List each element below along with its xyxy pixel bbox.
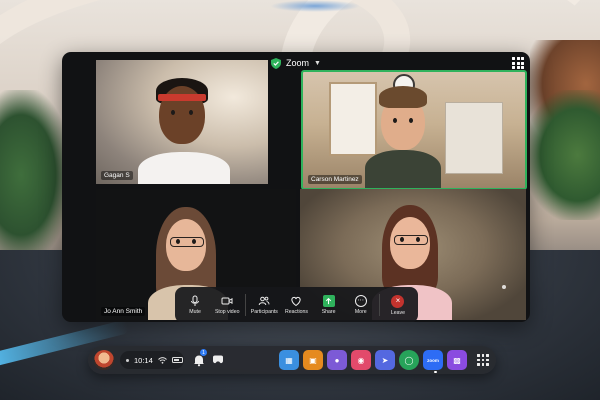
share-button[interactable]: Share [313, 295, 345, 315]
headset-icon[interactable] [212, 355, 224, 364]
participant-name: Gagan S [101, 171, 133, 180]
clock-time: 10:14 [134, 355, 153, 365]
avatar-headband [158, 94, 206, 101]
mute-label: Mute [189, 309, 201, 315]
people-icon[interactable]: ● [327, 350, 347, 370]
active-app-indicator [434, 371, 437, 373]
stop-video-button[interactable]: Stop video [211, 295, 243, 315]
environment-plant [525, 90, 600, 220]
participants-button[interactable]: Participants [248, 295, 280, 315]
more-label: More [354, 309, 367, 315]
people-icon [259, 296, 270, 306]
environment-light [270, 0, 360, 12]
reactions-button[interactable]: Reactions [280, 295, 312, 315]
participants-label: Participants [250, 309, 278, 315]
microphone-icon [191, 295, 200, 306]
quick-settings-status[interactable]: 10:14 [120, 351, 184, 369]
heart-icon [291, 296, 302, 307]
app-library-icon[interactable] [477, 354, 489, 366]
participant-name: Carson Martinez [308, 175, 362, 184]
chevron-down-icon: ▼ [314, 59, 321, 67]
shield-check-icon [271, 57, 282, 69]
camera-icon[interactable]: ◉ [351, 350, 371, 370]
grid-view-icon[interactable] [512, 57, 524, 69]
divider [245, 294, 247, 316]
leave-button[interactable]: × Leave [382, 294, 414, 316]
background-shelf [445, 102, 503, 174]
more-button[interactable]: ⋯ More [345, 295, 377, 315]
status-dot [126, 358, 129, 362]
avatar-hair [379, 86, 427, 108]
meeting-controls-bar: Mute Stop video Participants Reactions S… [175, 287, 418, 322]
store-icon[interactable]: ▦ [279, 350, 299, 370]
messenger-icon[interactable]: ➤ [375, 350, 395, 370]
video-camera-icon [221, 297, 233, 305]
share-label: Share [321, 309, 336, 315]
mute-button[interactable]: Mute [179, 295, 211, 315]
user-avatar[interactable] [94, 350, 114, 370]
calendar-icon[interactable]: ▩ [447, 350, 467, 370]
zoom-meeting-window: Zoom ▼ Gagan S Carson Martinez Jo Ann Sm… [62, 52, 530, 322]
background-window [329, 82, 377, 156]
reactions-label: Reactions [284, 309, 309, 315]
window-title-menu[interactable]: Zoom ▼ [271, 57, 321, 69]
notification-badge: 1 [200, 349, 207, 356]
avatar-body [365, 150, 441, 188]
share-arrow-icon [322, 295, 335, 307]
leave-label: Leave [390, 309, 405, 316]
horizon-icon[interactable]: ◯ [399, 350, 419, 370]
participant-name: Jo Ann Smith [101, 307, 146, 316]
avatar-glasses [394, 235, 428, 245]
close-icon: × [391, 294, 405, 308]
participant-video-tile-active-speaker[interactable]: Carson Martinez [301, 70, 527, 190]
avatar-body [138, 152, 230, 184]
window-title: Zoom [286, 58, 310, 68]
environment-plant [0, 90, 70, 260]
cursor-dot [502, 285, 506, 289]
battery-icon [171, 357, 183, 363]
avatar-glasses [170, 237, 204, 247]
pinned-apps: ▦ ▣ ● ◉ ➤ ◯ zoom ▩ [279, 350, 467, 370]
system-taskbar: 10:14 1 ▦ ▣ ● ◉ ➤ ◯ zoom ▩ [88, 346, 496, 374]
zoom-icon[interactable]: zoom [423, 350, 443, 370]
shopping-bag-icon[interactable]: ▣ [303, 350, 323, 370]
wifi-icon [157, 356, 167, 364]
divider [378, 294, 380, 316]
participant-video-tile[interactable]: Gagan S [96, 60, 268, 184]
ellipsis-icon: ⋯ [354, 295, 367, 307]
stop-video-label: Stop video [214, 309, 240, 315]
